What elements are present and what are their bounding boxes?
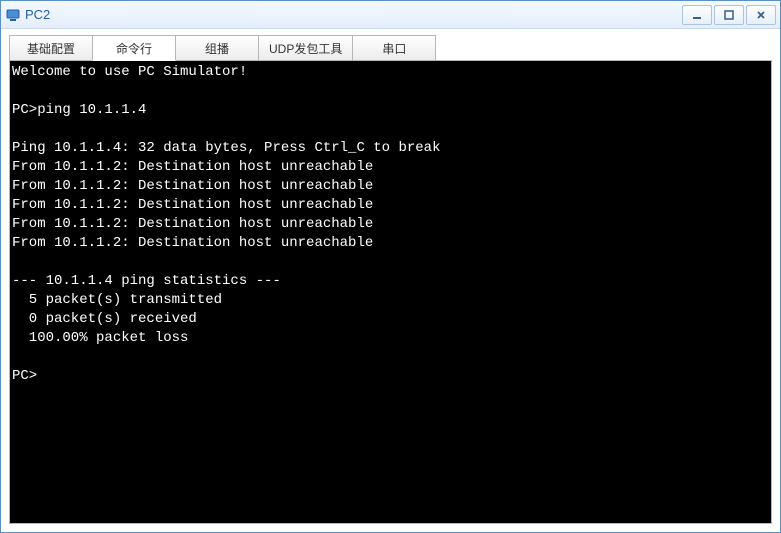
terminal-container: Welcome to use PC Simulator! PC>ping 10.… <box>9 60 772 524</box>
tab-udp-tool[interactable]: UDP发包工具 <box>258 35 353 61</box>
terminal-line: From 10.1.1.2: Destination host unreacha… <box>12 235 373 251</box>
titlebar: PC2 <box>1 1 780 29</box>
terminal-line: --- 10.1.1.4 ping statistics --- <box>12 273 281 289</box>
tab-command-line[interactable]: 命令行 <box>92 35 176 61</box>
terminal-line: Ping 10.1.1.4: 32 data bytes, Press Ctrl… <box>12 140 440 156</box>
terminal-line: PC>ping 10.1.1.4 <box>12 102 146 118</box>
terminal-line: From 10.1.1.2: Destination host unreacha… <box>12 197 373 213</box>
tab-label: 串口 <box>382 40 406 57</box>
app-icon <box>5 7 21 23</box>
terminal-line: From 10.1.1.2: Destination host unreacha… <box>12 216 373 232</box>
app-window: PC2 基础配置 命令行 组播 UDP发包工具 串口 Welcome to us… <box>0 0 781 533</box>
terminal[interactable]: Welcome to use PC Simulator! PC>ping 10.… <box>10 61 771 523</box>
minimize-button[interactable] <box>682 5 712 25</box>
terminal-line: From 10.1.1.2: Destination host unreacha… <box>12 159 373 175</box>
tab-label: 命令行 <box>116 40 152 57</box>
terminal-line: From 10.1.1.2: Destination host unreacha… <box>12 178 373 194</box>
tab-multicast[interactable]: 组播 <box>175 35 259 61</box>
terminal-line: 5 packet(s) transmitted <box>12 292 222 308</box>
close-button[interactable] <box>746 5 776 25</box>
content-area: 基础配置 命令行 组播 UDP发包工具 串口 Welcome to use PC… <box>1 29 780 532</box>
tab-label: 基础配置 <box>27 40 75 57</box>
maximize-button[interactable] <box>714 5 744 25</box>
tab-label: 组播 <box>205 40 229 57</box>
tab-basic-config[interactable]: 基础配置 <box>9 35 93 61</box>
terminal-line: 100.00% packet loss <box>12 330 188 346</box>
window-title: PC2 <box>25 7 50 22</box>
terminal-line: Welcome to use PC Simulator! <box>12 64 247 80</box>
tab-bar: 基础配置 命令行 组播 UDP发包工具 串口 <box>9 35 772 61</box>
window-controls <box>680 5 776 25</box>
tab-label: UDP发包工具 <box>269 40 342 57</box>
tab-serial[interactable]: 串口 <box>352 35 436 61</box>
terminal-line: 0 packet(s) received <box>12 311 197 327</box>
terminal-line: PC> <box>12 368 37 384</box>
title-left: PC2 <box>5 7 50 23</box>
